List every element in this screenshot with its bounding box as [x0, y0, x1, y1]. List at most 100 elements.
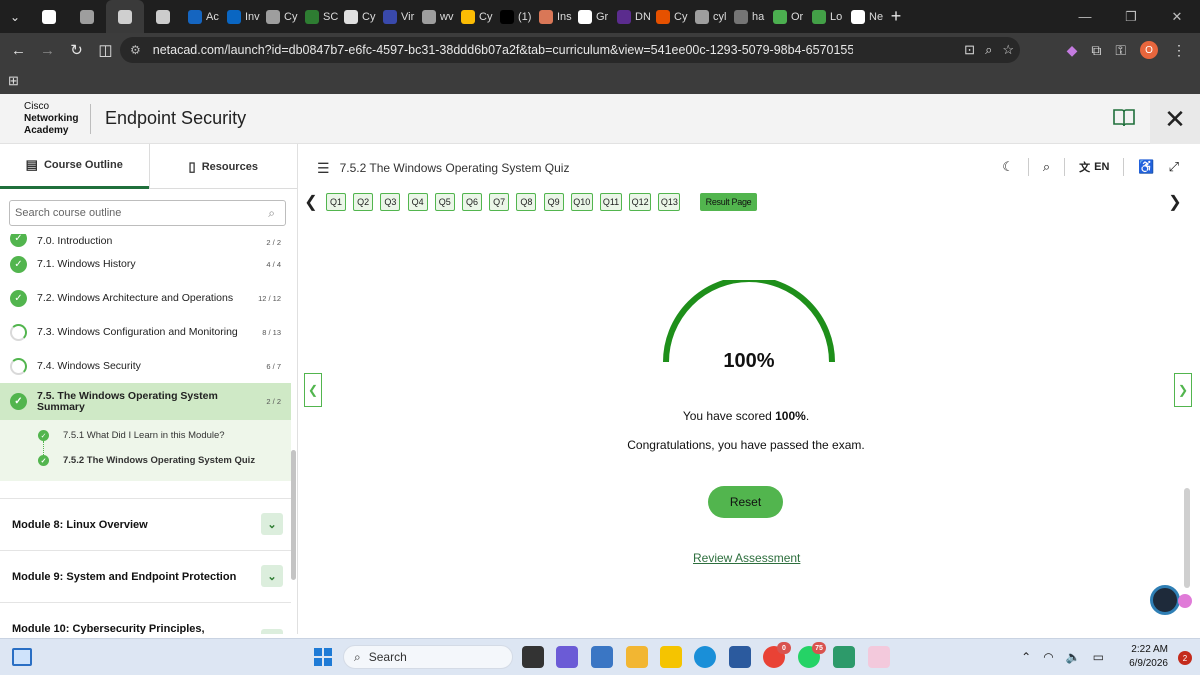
result-page-button[interactable]: Result Page — [700, 193, 757, 211]
expand-icon[interactable]: ⤢ — [1169, 159, 1179, 175]
browser-tab[interactable] — [106, 0, 144, 33]
tab-search-dropdown-icon[interactable]: ⌄ — [0, 0, 30, 33]
outline-item[interactable]: ✓ 7.2. Windows Architecture and Operation… — [0, 281, 291, 315]
browser-tab[interactable]: wv — [416, 0, 455, 33]
reset-button[interactable]: Reset — [708, 486, 783, 518]
question-button-q1[interactable]: Q1 — [326, 193, 346, 211]
outline-item[interactable]: 7.3. Windows Configuration and Monitorin… — [0, 315, 291, 349]
new-tab-button[interactable]: + — [884, 0, 908, 33]
previous-page-arrow-icon[interactable]: ❮ — [304, 373, 322, 407]
subitem-7-5-2[interactable]: ✓ 7.5.2 The Windows Operating System Qui… — [0, 448, 291, 473]
password-icon[interactable]: ⚿ — [1115, 42, 1126, 59]
site-info-icon[interactable]: ⚙ — [130, 43, 141, 57]
chat-icon[interactable] — [556, 646, 578, 668]
browser-tab[interactable]: Ins — [533, 0, 572, 33]
browser-tab[interactable]: Cy — [338, 0, 377, 33]
copilot-icon[interactable]: ◆ — [1067, 42, 1078, 59]
chevron-right-icon[interactable]: ❯ — [1167, 192, 1183, 212]
browser-tab[interactable]: SC — [299, 0, 338, 33]
next-page-arrow-icon[interactable]: ❯ — [1174, 373, 1192, 407]
chevron-up-icon[interactable]: ⌃ — [1021, 650, 1031, 664]
chrome-icon[interactable]: 0 — [763, 642, 791, 668]
browser-tab[interactable]: Cy — [455, 0, 494, 33]
task-view-icon[interactable] — [522, 646, 544, 668]
accessibility-icon[interactable]: ♿ — [1138, 159, 1154, 175]
chrome-menu-icon[interactable]: ⋮ — [1172, 42, 1186, 59]
browser-tab[interactable]: Ac — [182, 0, 221, 33]
close-course-icon[interactable]: ✕ — [1150, 94, 1200, 144]
browser-tab[interactable] — [30, 0, 68, 33]
file-explorer-icon[interactable] — [626, 646, 648, 668]
profile-avatar[interactable]: O — [1140, 41, 1158, 59]
browser-tab[interactable]: cyl — [689, 0, 728, 33]
taskbar-search-box[interactable]: ⌕ Search — [343, 645, 513, 669]
address-bar[interactable]: ⚙ netacad.com/launch?id=db0847b7-e6fc-45… — [120, 37, 1020, 63]
review-assessment-link[interactable]: Review Assessment — [693, 551, 800, 565]
content-scrollbar[interactable] — [1184, 488, 1190, 588]
browser-tab[interactable]: Inv — [221, 0, 260, 33]
outline-item[interactable]: 7.4. Windows Security 6 / 7 — [0, 349, 291, 383]
question-button-q10[interactable]: Q10 — [570, 193, 593, 211]
module-10[interactable]: Module 10: Cybersecurity Principles, ⌄ — [0, 602, 291, 634]
question-button-q12[interactable]: Q12 — [629, 193, 652, 211]
question-button-q2[interactable]: Q2 — [353, 193, 374, 211]
browser-tab[interactable]: Gr — [572, 0, 611, 33]
module-8[interactable]: Module 8: Linux Overview ⌄ — [0, 498, 291, 550]
extensions-icon[interactable]: ⧉ — [1091, 42, 1101, 59]
browser-tab[interactable]: Cy — [260, 0, 299, 33]
subitem-7-5-1[interactable]: ✓ 7.5.1 What Did I Learn in this Module? — [0, 423, 291, 455]
question-button-q6[interactable]: Q6 — [462, 193, 482, 211]
vs-icon[interactable] — [833, 646, 855, 668]
browser-tab[interactable] — [68, 0, 106, 33]
question-button-q4[interactable]: Q4 — [407, 193, 428, 211]
language-selector[interactable]: 文 EN — [1079, 159, 1109, 175]
restore-icon[interactable]: ❐ — [1108, 0, 1154, 33]
install-app-icon[interactable]: ⊡ — [964, 42, 975, 58]
outline-item-current[interactable]: ✓ 7.5. The Windows Operating System Summ… — [0, 383, 291, 420]
reload-icon[interactable]: ↻ — [62, 33, 91, 67]
tab-resources[interactable]: ▯ Resources — [148, 144, 298, 189]
search-icon[interactable]: ⌕ — [1043, 159, 1050, 175]
windows-start-icon[interactable] — [314, 648, 332, 666]
question-button-q13[interactable]: Q13 — [658, 193, 681, 211]
outline-item-partial[interactable]: ✓ 7.0. Introduction 2 / 2 — [0, 234, 291, 247]
browser-tab[interactable]: (1) — [494, 0, 533, 33]
tab-course-outline[interactable]: ▤ Course Outline — [0, 144, 149, 189]
browser-tab[interactable]: Or — [767, 0, 806, 33]
question-button-q11[interactable]: Q11 — [600, 193, 622, 211]
outline-item[interactable]: ✓ 7.1. Windows History 4 / 4 — [0, 247, 291, 281]
minimize-icon[interactable]: — — [1062, 0, 1108, 33]
browser-tab[interactable]: ha — [728, 0, 767, 33]
question-button-q5[interactable]: Q5 — [434, 193, 455, 211]
battery-icon[interactable]: ▭ — [1093, 650, 1104, 664]
wifi-icon[interactable]: ◠ — [1043, 650, 1053, 664]
module-9[interactable]: Module 9: System and Endpoint Protection… — [0, 550, 291, 602]
taskbar-clock[interactable]: 2:22 AM 6/9/2026 — [1129, 643, 1168, 671]
volume-icon[interactable]: 🔈 — [1066, 650, 1081, 664]
split-view-icon[interactable]: ◫ — [91, 33, 120, 67]
assistant-bubble-icon[interactable] — [1150, 585, 1180, 615]
question-button-q3[interactable]: Q3 — [380, 193, 401, 211]
question-button-q8[interactable]: Q8 — [516, 193, 537, 211]
widgets-icon[interactable] — [12, 648, 32, 666]
copilot-brain-icon[interactable] — [1178, 594, 1192, 608]
back-arrow-icon[interactable]: ← — [4, 33, 33, 67]
bookmark-star-icon[interactable]: ☆ — [1002, 42, 1014, 58]
browser-tab[interactable]: Lo — [806, 0, 845, 33]
book-icon[interactable] — [1110, 104, 1138, 132]
chevron-down-icon[interactable]: ⌄ — [261, 513, 283, 535]
dark-mode-icon[interactable]: ☾ — [1002, 159, 1014, 175]
chevron-left-icon[interactable]: ❮ — [303, 192, 319, 212]
notepad-icon[interactable] — [591, 646, 613, 668]
notification-badge[interactable]: 2 — [1178, 651, 1192, 665]
search-icon[interactable]: ⌕ — [268, 206, 275, 221]
sidebar-scrollbar[interactable] — [291, 450, 296, 580]
search-outline-input[interactable]: Search course outline ⌕ — [9, 200, 286, 226]
zoom-icon[interactable]: ⌕ — [985, 42, 992, 58]
question-button-q9[interactable]: Q9 — [543, 193, 564, 211]
forward-arrow-icon[interactable]: → — [33, 33, 62, 67]
sticky-notes-icon[interactable] — [660, 646, 682, 668]
browser-tab[interactable] — [144, 0, 182, 33]
window-close-icon[interactable]: ✕ — [1154, 0, 1200, 33]
browser-tab[interactable]: DN — [611, 0, 650, 33]
